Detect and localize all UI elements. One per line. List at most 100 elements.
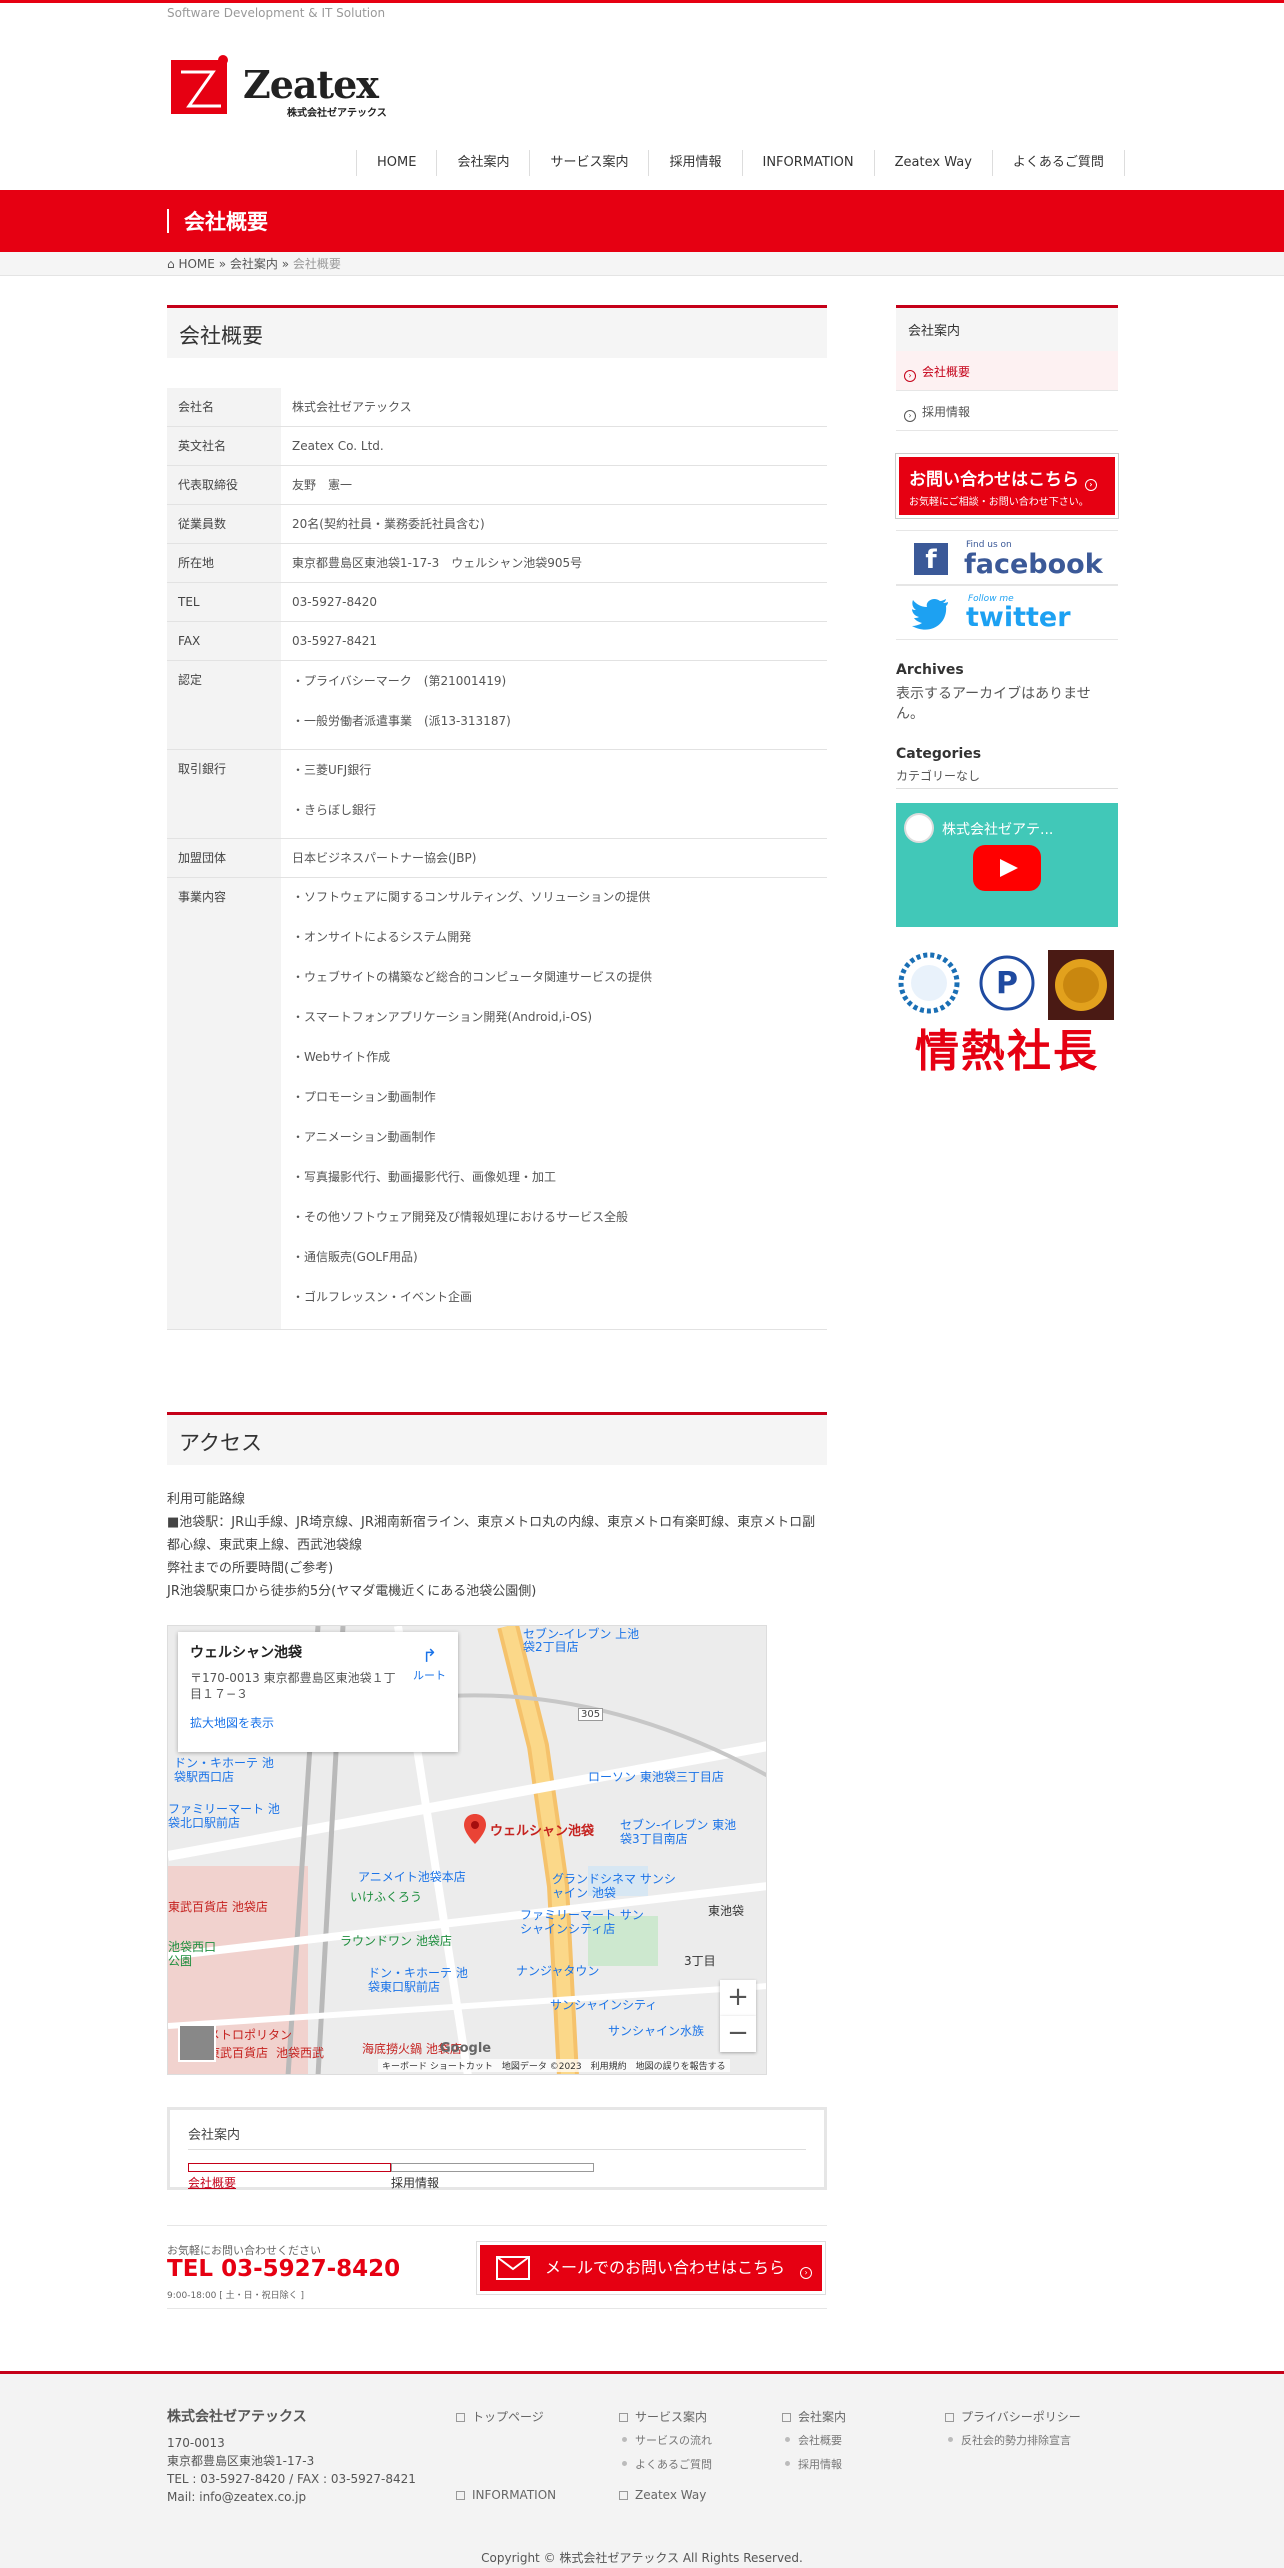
sidebar-item-recruit[interactable]: › 採用情報 bbox=[896, 391, 1118, 431]
nav-recruit[interactable]: 採用情報 bbox=[648, 150, 741, 176]
footer-link-label: 会社案内 bbox=[798, 2410, 847, 2424]
map-footer[interactable]: キーボード ショートカット 地図データ ©2023 利用規約 地図の誤りを報告す… bbox=[378, 2059, 730, 2072]
subnav-title: 会社案内 bbox=[188, 2124, 806, 2150]
home-icon: ⌂ bbox=[167, 257, 175, 271]
twitter-word: twitter bbox=[966, 602, 1071, 633]
access-heading-text: アクセス bbox=[179, 1431, 262, 1455]
email-contact-button[interactable]: メールでのお問い合わせはこちら › bbox=[476, 2241, 826, 2295]
square-bullet-icon bbox=[945, 2413, 954, 2422]
footer-link-services[interactable]: サービス案内 bbox=[619, 2408, 707, 2425]
contact-banner[interactable]: お問い合わせはこちら › お気軽にご相談・お問い合わせ下さい。 bbox=[895, 453, 1119, 519]
map-label: 東武百貨店 池袋店 bbox=[168, 1900, 268, 1914]
subnav-items: 会社概要 採用情報 bbox=[188, 2160, 806, 2191]
profile-heading-text: 会社概要 bbox=[179, 324, 263, 348]
square-bullet-icon bbox=[782, 2413, 791, 2422]
footer-link-faq[interactable]: よくあるご質問 bbox=[622, 2456, 712, 2472]
row-value-text: ・スマートフォンアプリケーション開発(Android,i-OS) bbox=[292, 1010, 593, 1024]
footer-company-info: 170-0013 東京都豊島区東池袋1-17-3 TEL : 03-5927-8… bbox=[167, 2434, 416, 2506]
table-row: 代表取締役 友野 憲一 bbox=[167, 465, 827, 505]
map-label: いけふくろう bbox=[350, 1890, 423, 1904]
row-value-text: 株式会社ゼアテックス bbox=[292, 400, 412, 414]
table-row: 事業内容 ・ソフトウェアに関するコンサルティング、ソリューションの提供 ・オンサ… bbox=[167, 877, 827, 1330]
facebook-banner[interactable]: f Find us on facebook bbox=[896, 530, 1118, 585]
row-value: ・三菱UFJ銀行 ・きらぼし銀行 bbox=[281, 749, 827, 839]
privacy-mark-badge-icon: P bbox=[979, 955, 1035, 1011]
nav-company[interactable]: 会社案内 bbox=[436, 150, 529, 176]
map-label: ラウンドワン 池袋店 bbox=[340, 1934, 452, 1948]
play-triangle-icon bbox=[1000, 859, 1018, 877]
row-key: 取引銀行 bbox=[167, 749, 281, 839]
square-bullet-icon bbox=[456, 2413, 465, 2422]
contact-cta: お気軽にお問い合わせください TEL 03-5927-8420 9:00-18:… bbox=[167, 2225, 827, 2309]
cta-phone[interactable]: TEL 03-5927-8420 bbox=[167, 2256, 400, 2282]
breadcrumb-home[interactable]: HOME bbox=[178, 257, 214, 271]
table-row: TEL 03-5927-8420 bbox=[167, 582, 827, 622]
footer-link-company-profile[interactable]: 会社概要 bbox=[785, 2432, 842, 2448]
footer-link-label: 会社概要 bbox=[798, 2434, 842, 2447]
google-map[interactable]: セブン-イレブン 上池袋2丁目店 ドン・キホーテ 池袋駅西口店 ファミリーマート… bbox=[167, 1625, 767, 2075]
subnav-item-recruit[interactable]: 採用情報 bbox=[391, 2160, 594, 2191]
youtube-video-embed[interactable]: 株式会社ゼアテ... bbox=[896, 803, 1118, 927]
access-line: 利用可能路線 bbox=[167, 1492, 246, 1507]
facebook-word: facebook bbox=[964, 549, 1103, 580]
table-row: 取引銀行 ・三菱UFJ銀行 ・きらぼし銀行 bbox=[167, 749, 827, 839]
row-value-text: ・その他ソフトウェア開発及び情報処理におけるサービス全般 bbox=[292, 1210, 629, 1224]
row-value: ・プライバシーマーク (第21001419) ・一般労働者派遣事業 (派13-3… bbox=[281, 660, 827, 750]
map-label: メトロポリタン bbox=[208, 2028, 293, 2042]
row-value: 03-5927-8420 bbox=[281, 582, 827, 622]
passion-president-banner[interactable]: 情熱社長 bbox=[900, 1024, 1114, 1080]
map-label: ファミリーマート 池袋北口駅前店 bbox=[168, 1802, 280, 1830]
nav-services[interactable]: サービス案内 bbox=[529, 150, 648, 176]
arrow-circle-icon: › bbox=[800, 2267, 813, 2279]
site-logo[interactable]: Zeatex 株式会社ゼアテックス bbox=[167, 46, 397, 122]
sidebar-item-company-profile[interactable]: › 会社概要 bbox=[896, 351, 1118, 391]
sidebar-item-label: 会社概要 bbox=[922, 365, 971, 379]
row-value: ・ソフトウェアに関するコンサルティング、ソリューションの提供 ・オンサイトによる… bbox=[281, 877, 827, 1330]
site-footer: 株式会社ゼアテックス 170-0013 東京都豊島区東池袋1-17-3 TEL … bbox=[0, 2371, 1284, 2568]
directions-icon: ↱ bbox=[421, 1646, 438, 1667]
zeatex-logo-mark-icon bbox=[171, 55, 228, 114]
row-value: 日本ビジネスパートナー協会(JBP) bbox=[281, 838, 827, 878]
row-value-text: ・一般労働者派遣事業 (派13-313187) bbox=[292, 714, 511, 728]
subnav-item-label: 採用情報 bbox=[391, 2176, 440, 2190]
footer-link-recruit[interactable]: 採用情報 bbox=[785, 2456, 842, 2472]
footer-link-top[interactable]: トップページ bbox=[456, 2408, 544, 2425]
archives-title: Archives bbox=[896, 662, 964, 678]
nav-information[interactable]: INFORMATION bbox=[741, 150, 874, 176]
footer-link-zeatex-way[interactable]: Zeatex Way bbox=[619, 2488, 706, 2502]
row-value-text: ・ウェブサイトの構築など総合的コンピュータ関連サービスの提供 bbox=[292, 970, 653, 984]
svg-text:P: P bbox=[996, 966, 1018, 1001]
footer-link-service-flow[interactable]: サービスの流れ bbox=[622, 2432, 712, 2448]
zoom-out-button[interactable]: − bbox=[720, 2016, 756, 2052]
nav-zeatex-way[interactable]: Zeatex Way bbox=[873, 150, 992, 176]
footer-link-antisocial[interactable]: 反社会的勢力排除宣言 bbox=[948, 2432, 1071, 2448]
twitter-banner[interactable]: Follow me twitter bbox=[896, 585, 1118, 640]
row-value-text: ・Webサイト作成 bbox=[292, 1050, 391, 1064]
nav-home[interactable]: HOME bbox=[356, 150, 436, 176]
footer-company-name: 株式会社ゼアテックス bbox=[167, 2409, 307, 2425]
street-view-thumbnail[interactable] bbox=[178, 2024, 216, 2062]
footer-link-company[interactable]: 会社案内 bbox=[782, 2408, 846, 2425]
subnav-item-company-profile[interactable]: 会社概要 bbox=[188, 2160, 391, 2191]
directions-button[interactable]: ↱ ルート bbox=[413, 1646, 446, 1683]
map-label: グランドシネマ サンシャイン 池袋 bbox=[552, 1872, 676, 1900]
youtube-play-icon[interactable] bbox=[973, 845, 1041, 891]
zoom-in-button[interactable]: + bbox=[720, 1980, 756, 2016]
contact-banner-title-text: お問い合わせはこちら bbox=[909, 470, 1079, 490]
contact-banner-sub: お気軽にご相談・お問い合わせ下さい。 bbox=[909, 497, 1089, 508]
row-value-text: 日本ビジネスパートナー協会(JBP) bbox=[292, 851, 477, 865]
footer-link-label: プライバシーポリシー bbox=[961, 2410, 1081, 2424]
site-tagline: Software Development & IT Solution bbox=[167, 6, 386, 20]
row-key: FAX bbox=[167, 621, 281, 661]
arrow-circle-icon: › bbox=[904, 370, 916, 382]
section-subnav: 会社案内 会社概要 採用情報 bbox=[167, 2107, 827, 2190]
row-value: 20名(契約社員・業務委託社員含む) bbox=[281, 504, 827, 544]
footer-link-privacy[interactable]: プライバシーポリシー bbox=[945, 2408, 1081, 2425]
row-value-text: ・ソフトウェアに関するコンサルティング、ソリューションの提供 bbox=[292, 890, 651, 904]
breadcrumb-company[interactable]: 会社案内 bbox=[230, 257, 278, 271]
footer-link-information[interactable]: INFORMATION bbox=[456, 2488, 556, 2502]
row-value-text: ・通信販売(GOLF用品) bbox=[292, 1250, 418, 1264]
nav-faq[interactable]: よくあるご質問 bbox=[991, 150, 1125, 176]
map-pin[interactable] bbox=[464, 1814, 486, 1844]
view-larger-map-link[interactable]: 拡大地図を表示 bbox=[190, 1714, 446, 1731]
